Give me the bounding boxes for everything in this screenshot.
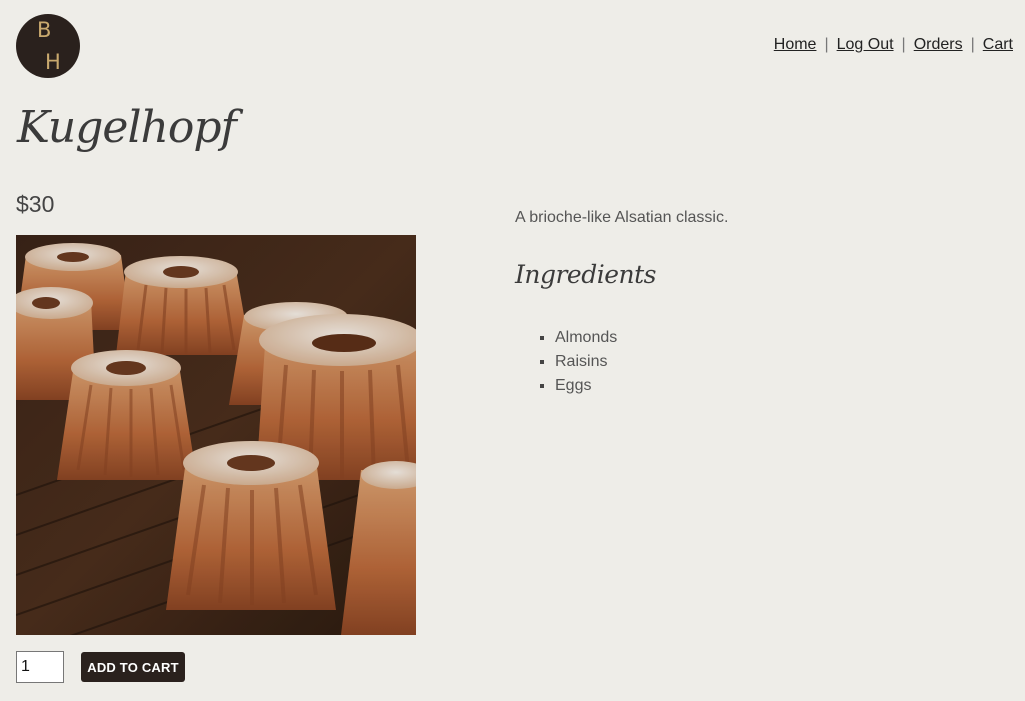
product-photo (16, 235, 416, 635)
top-navigation: Home | Log Out | Orders | Cart (774, 36, 1013, 54)
ingredients-heading: Ingredients (515, 260, 657, 289)
nav-logout-link[interactable]: Log Out (837, 36, 894, 53)
product-title: Kugelhopf (17, 102, 237, 153)
ingredients-list: Almonds Raisins Eggs (515, 326, 617, 398)
add-to-cart-button[interactable]: ADD TO CART (81, 652, 185, 682)
product-description: A brioche-like Alsatian classic. (515, 209, 729, 226)
quantity-input[interactable] (16, 651, 64, 683)
ingredient-item: Raisins (555, 350, 617, 374)
nav-separator: | (901, 36, 906, 53)
brand-logo[interactable]: B H (16, 14, 80, 78)
nav-cart-link[interactable]: Cart (983, 36, 1013, 53)
ingredient-item: Eggs (555, 374, 617, 398)
nav-home-link[interactable]: Home (774, 36, 817, 53)
nav-separator: | (970, 36, 975, 53)
logo-letter-h: H (45, 50, 61, 74)
ingredient-item: Almonds (555, 326, 617, 350)
logo-letter-b: B (37, 18, 52, 42)
nav-separator: | (824, 36, 829, 53)
product-price: $30 (16, 191, 55, 217)
nav-orders-link[interactable]: Orders (914, 36, 963, 53)
